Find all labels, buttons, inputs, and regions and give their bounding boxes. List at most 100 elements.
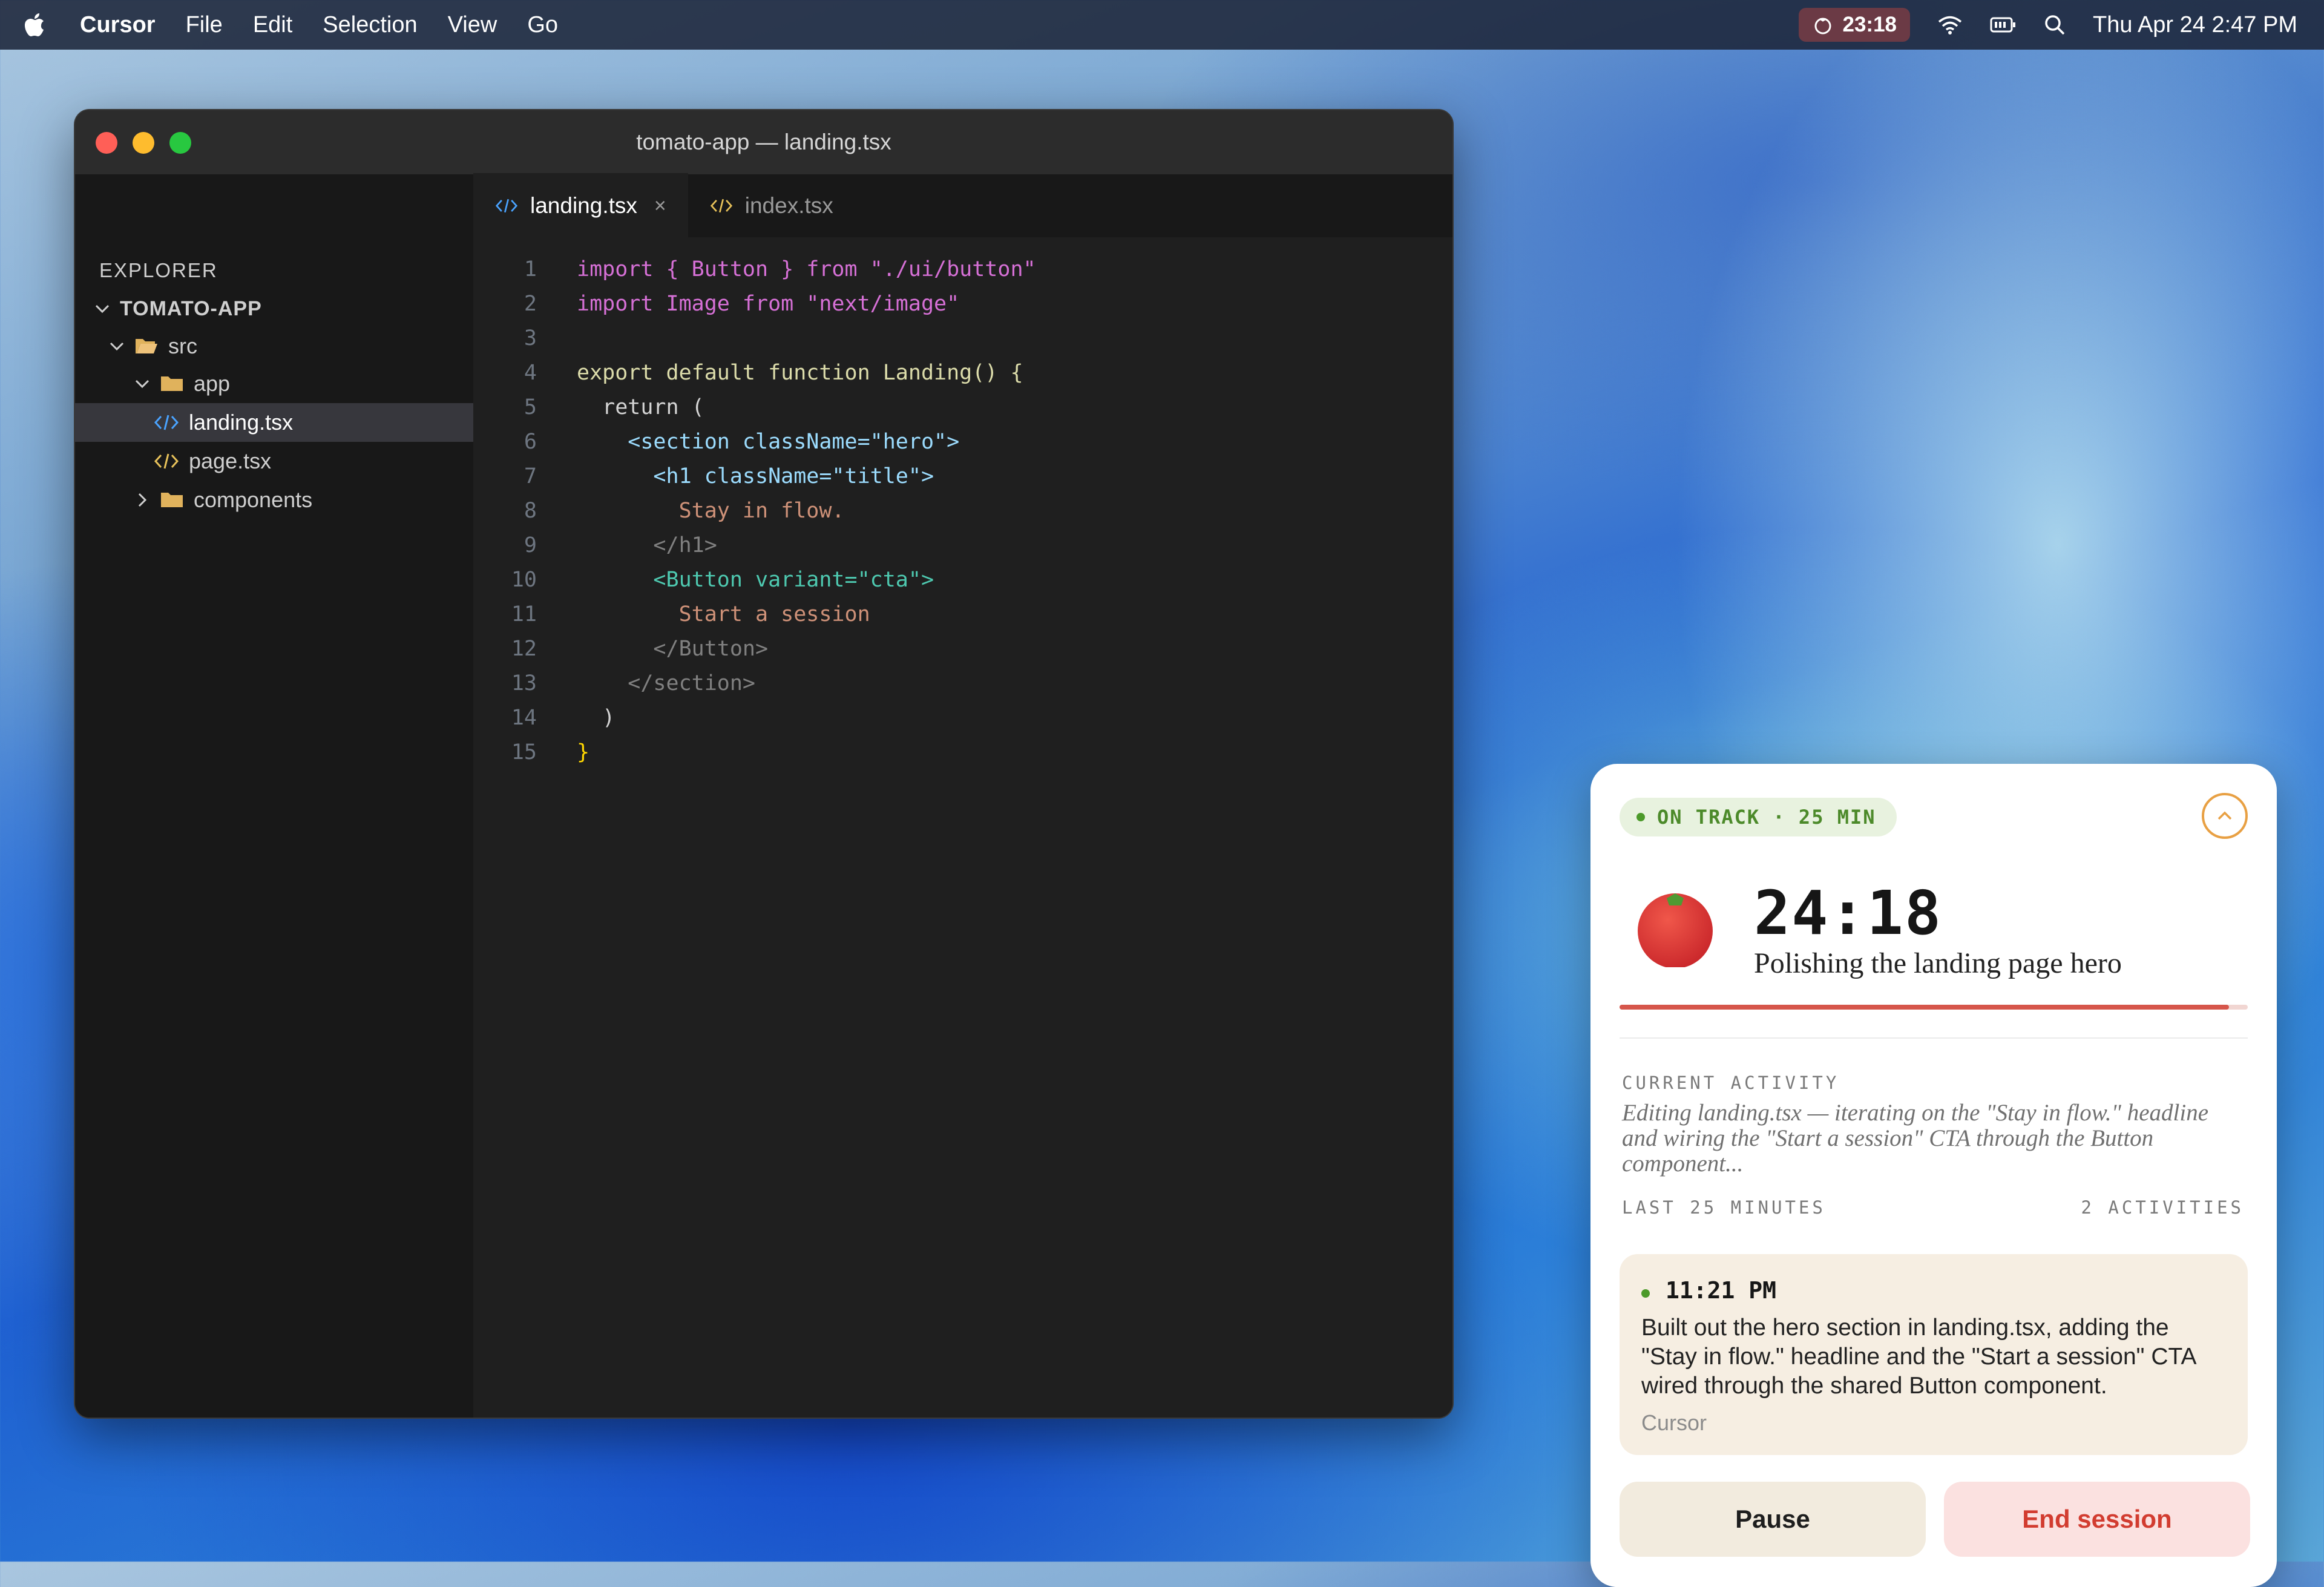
tab-landing[interactable]: landing.tsx ×: [473, 173, 688, 237]
code-line[interactable]: 13 </section>: [473, 666, 1036, 700]
window-titlebar[interactable]: tomato-app — landing.tsx: [75, 110, 1452, 176]
spotlight-search-icon[interactable]: [2043, 13, 2066, 36]
tab-label: landing.tsx: [530, 193, 637, 218]
code-line[interactable]: 3: [473, 321, 1036, 355]
menubar-clock[interactable]: Thu Apr 24 2:47 PM: [2093, 12, 2297, 38]
zoom-window-button[interactable]: [169, 132, 191, 154]
line-number: 1: [524, 257, 537, 281]
tree-item-label: components: [194, 487, 313, 512]
task-title: Polishing the landing page hero: [1754, 947, 2122, 979]
code-line[interactable]: 5 return (: [473, 390, 1036, 424]
line-number: 14: [511, 705, 537, 730]
code-line[interactable]: 11 Start a session: [473, 597, 1036, 631]
code-text: <section className="hero">: [577, 429, 960, 454]
line-number: 4: [524, 360, 537, 385]
line-number: 8: [524, 498, 537, 523]
menubar-timer[interactable]: 23:18: [1799, 8, 1911, 42]
tree-folder-app[interactable]: app: [75, 364, 531, 403]
code-line[interactable]: 12 </Button>: [473, 631, 1036, 666]
line-number: 7: [524, 464, 537, 488]
pause-button[interactable]: Pause: [1620, 1482, 1926, 1557]
code-line[interactable]: 6 <section className="hero">: [473, 424, 1036, 459]
window-title: tomato-app — landing.tsx: [636, 130, 891, 154]
tab-label: index.tsx: [744, 193, 833, 218]
menu-selection[interactable]: Selection: [323, 12, 417, 38]
code-line[interactable]: 4 export default function Landing() {: [473, 355, 1036, 390]
chevron-down-icon: [93, 304, 111, 314]
code-line[interactable]: 14 ): [473, 700, 1036, 735]
line-number: 6: [524, 429, 537, 454]
tomato-outline-icon: [1814, 18, 1831, 34]
code-text: </h1>: [577, 533, 717, 557]
code-line[interactable]: 15}: [473, 735, 1036, 769]
tree-folder-components[interactable]: components: [75, 481, 531, 519]
history-count: 2 ACTIVITIES: [2081, 1197, 2244, 1218]
menubar-timer-text: 23:18: [1842, 13, 1897, 36]
wifi-icon[interactable]: [1937, 14, 1963, 36]
tree-item-label: app: [194, 371, 231, 396]
history-item[interactable]: 11:21 PM Built out the hero section in l…: [1620, 1254, 2248, 1455]
focus-session-widget: ON TRACK · 25 MIN 24:18 Polishing the la…: [1590, 764, 2277, 1587]
divider: [1620, 1037, 2248, 1039]
tab-bar: landing.tsx × index.tsx: [473, 173, 1452, 237]
line-number: 2: [524, 291, 537, 316]
code-text: import { Button } from "./ui/button": [577, 257, 1036, 281]
status-dot-icon: [1641, 1289, 1650, 1298]
menu-edit[interactable]: Edit: [253, 12, 292, 38]
close-tab-icon[interactable]: ×: [654, 194, 666, 218]
folder-open-icon: [134, 337, 159, 356]
editor-window: tomato-app — landing.tsx EXPLORER TOMATO…: [74, 109, 1454, 1419]
menu-view[interactable]: View: [448, 12, 497, 38]
chevron-right-icon: [133, 492, 151, 508]
tree-folder-src[interactable]: src: [75, 327, 506, 366]
code-text: Stay in flow.: [577, 498, 845, 523]
collapse-button[interactable]: [2202, 793, 2248, 839]
minimize-window-button[interactable]: [133, 132, 154, 154]
history-time: 11:21 PM: [1666, 1277, 1777, 1304]
history-source: Cursor: [1641, 1410, 1707, 1435]
app-name-menu[interactable]: Cursor: [80, 12, 156, 38]
explorer-sidebar: EXPLORER TOMATO-APP src app landing.tsx …: [75, 174, 552, 1418]
folder-icon: [160, 490, 184, 510]
code-line[interactable]: 8 Stay in flow.: [473, 493, 1036, 528]
end-session-button[interactable]: End session: [1944, 1482, 2250, 1557]
code-text: return (: [577, 395, 704, 419]
code-line[interactable]: 9 </h1>: [473, 528, 1036, 562]
code-text: ): [577, 705, 615, 730]
close-window-button[interactable]: [96, 132, 117, 154]
code-text: </Button>: [577, 636, 769, 661]
line-number: 9: [524, 533, 537, 557]
code-file-icon: [154, 452, 179, 470]
line-number: 5: [524, 395, 537, 419]
folder-icon: [160, 374, 184, 393]
apple-menu-icon[interactable]: [24, 13, 48, 37]
code-text: import Image from "next/image": [577, 291, 960, 316]
chevron-up-icon: [2217, 811, 2232, 820]
code-text: <h1 className="title">: [577, 464, 934, 488]
code-line[interactable]: 1 import { Button } from "./ui/button": [473, 252, 1036, 286]
history-text: Built out the hero section in landing.ts…: [1641, 1315, 2196, 1399]
status-text: ON TRACK · 25 MIN: [1657, 806, 1876, 829]
tree-project-root[interactable]: TOMATO-APP: [75, 289, 491, 328]
menu-go[interactable]: Go: [527, 12, 558, 38]
status-badge: ON TRACK · 25 MIN: [1620, 798, 1897, 836]
line-number: 15: [511, 740, 537, 764]
explorer-label: EXPLORER: [99, 259, 218, 281]
code-line[interactable]: 10 <Button variant="cta">: [473, 562, 1036, 597]
code-line[interactable]: 7 <h1 className="title">: [473, 459, 1036, 493]
tree-item-label: landing.tsx: [189, 410, 294, 435]
menu-file[interactable]: File: [186, 12, 223, 38]
current-activity-label: CURRENT ACTIVITY: [1622, 1073, 1840, 1093]
code-line[interactable]: 2 import Image from "next/image": [473, 286, 1036, 321]
tomato-icon: [1634, 885, 1716, 970]
battery-icon[interactable]: [1990, 16, 2017, 34]
tab-index[interactable]: index.tsx: [688, 174, 855, 237]
code-editor[interactable]: landing.tsx × index.tsx 1 import { Button…: [473, 173, 1452, 1418]
code-area[interactable]: 1 import { Button } from "./ui/button" 2 im…: [473, 252, 1036, 769]
status-dot-icon: [1636, 813, 1645, 821]
code-text: }: [577, 740, 590, 764]
chevron-down-icon: [133, 379, 151, 389]
tree-item-label: page.tsx: [189, 448, 272, 473]
code-text: export default function Landing() {: [577, 360, 1023, 385]
line-number: 3: [524, 326, 537, 350]
